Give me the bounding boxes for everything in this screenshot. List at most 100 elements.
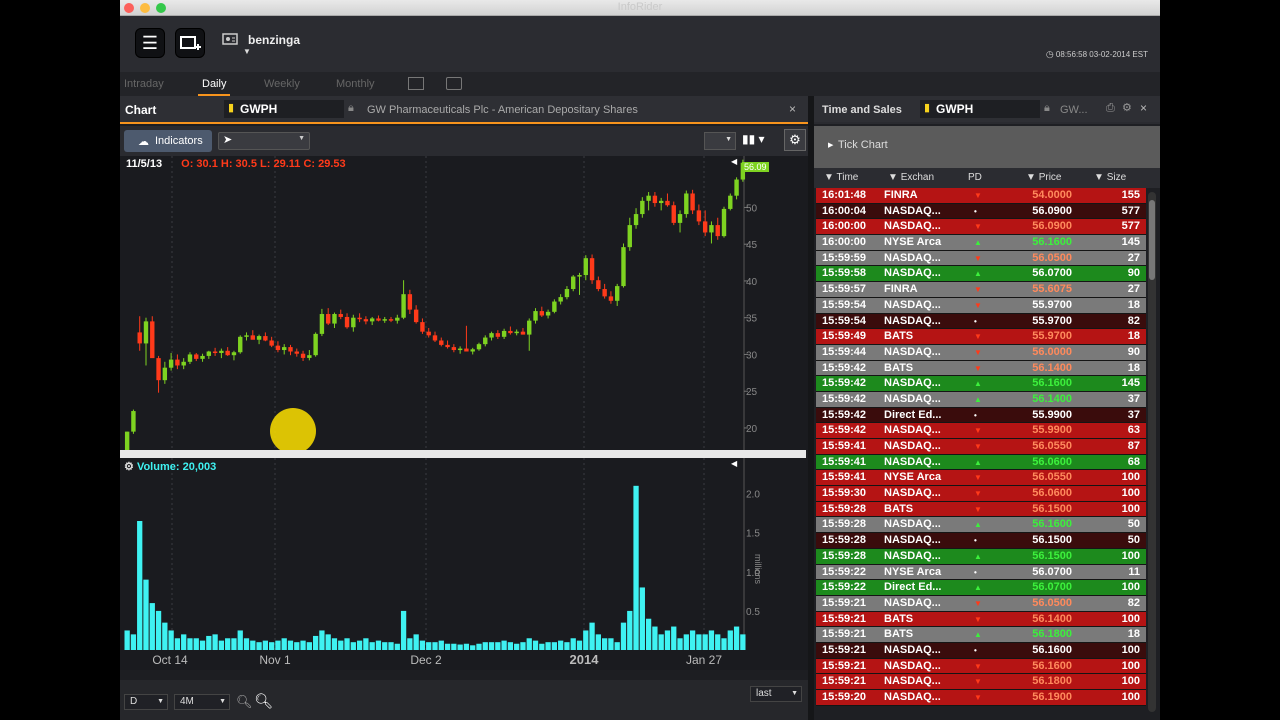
ts-direction-icon: ▼ — [974, 598, 982, 608]
chart-style-select[interactable]: ▼ — [704, 132, 736, 150]
candle-body — [483, 337, 488, 345]
ts-row[interactable]: 15:59:49 BATS ▼ 55.9700 18 — [816, 329, 1146, 345]
pane-divider[interactable] — [120, 450, 806, 458]
chart-scrollbar[interactable] — [120, 670, 808, 680]
price-plot[interactable]: 20 25 30 35 40 45 50 11/5/13 O: 30.1 H: 30.5 L… — [120, 156, 808, 454]
ts-row[interactable]: 16:01:48 FINRA ▼ 54.0000 155 — [816, 188, 1146, 204]
gear-icon[interactable]: ⚙ — [1122, 101, 1132, 114]
tab-intraday[interactable]: Intraday — [124, 78, 164, 90]
ts-row[interactable]: 16:00:00 NASDAQ... ▼ 56.0900 577 — [816, 219, 1146, 236]
ts-size: 27 — [1127, 251, 1140, 264]
ts-scrollbar[interactable] — [1148, 192, 1156, 712]
candle-body — [175, 359, 180, 366]
ts-row[interactable]: 15:59:28 BATS ▼ 56.1500 100 — [816, 501, 1146, 518]
ts-time: 15:59:21 — [822, 628, 867, 641]
ts-row[interactable]: 16:00:04 NASDAQ... • 56.0900 577 — [816, 203, 1146, 220]
ts-price: 56.1600 — [1032, 659, 1072, 672]
zoom-in-icon[interactable]: 🔍︎ — [254, 692, 273, 710]
ts-price: 55.6075 — [1032, 283, 1072, 296]
ts-row[interactable]: 15:59:28 NASDAQ... • 56.1500 50 — [816, 533, 1146, 549]
print-icon[interactable] — [446, 77, 462, 90]
ts-row[interactable]: 15:59:42 NASDAQ... ▲ 56.1600 145 — [816, 376, 1146, 392]
ts-direction-icon: ▼ — [974, 426, 982, 436]
ts-row[interactable]: 15:59:22 Direct Ed... ▲ 56.0700 100 — [816, 580, 1146, 596]
ts-row[interactable]: 15:59:42 Direct Ed... • 55.9900 37 — [816, 407, 1146, 424]
collapse-left-icon[interactable]: ◀ — [731, 459, 737, 468]
tab-weekly[interactable]: Weekly — [264, 78, 300, 90]
candle-body — [143, 321, 149, 344]
cursor-tool-select[interactable]: ➤ ▼ — [218, 132, 310, 150]
ts-row[interactable]: 15:59:28 NASDAQ... ▲ 56.1500 100 — [816, 548, 1146, 565]
col-time[interactable]: ▼ Time — [824, 172, 858, 183]
ts-row[interactable]: 15:59:54 NASDAQ... ▼ 55.9700 18 — [816, 297, 1146, 314]
ts-row[interactable]: 15:59:41 NYSE Arca ▼ 56.0550 100 — [816, 470, 1146, 487]
collapse-left-icon[interactable]: ◀ — [731, 157, 737, 166]
close-icon[interactable]: × — [789, 102, 796, 116]
ts-time: 15:59:28 — [822, 549, 867, 562]
ts-row[interactable]: 15:59:42 NASDAQ... ▲ 56.1400 37 — [816, 391, 1146, 408]
user-name[interactable]: benzinga — [248, 33, 300, 47]
settings-gear-icon[interactable]: ⚙ — [784, 129, 806, 151]
ts-row[interactable]: 15:59:21 BATS ▲ 56.1800 18 — [816, 627, 1146, 643]
lock-icon[interactable]: 🔒︎ — [1044, 102, 1050, 115]
indicators-button[interactable]: ☁ Indicators — [124, 130, 212, 152]
volume-plot[interactable]: 0.5 1.0 1.5 2.0 ⚙ Volume: 20,003 ◀ millions — [120, 458, 808, 654]
zoom-out-icon[interactable]: 🔍︎ — [236, 694, 253, 710]
ts-direction-icon: ▼ — [974, 191, 982, 200]
ts-row[interactable]: 15:59:57 FINRA ▼ 55.6075 27 — [816, 282, 1146, 298]
ts-direction-icon: ▲ — [974, 394, 982, 404]
user-dropdown-icon[interactable]: ▼ — [243, 47, 251, 56]
ts-symbol-input[interactable]: ▮ GWPH — [920, 100, 1040, 118]
close-icon[interactable]: × — [1140, 101, 1147, 115]
ts-price: 56.0500 — [1032, 596, 1072, 609]
ts-row[interactable]: 16:00:00 NYSE Arca ▲ 56.1600 145 — [816, 235, 1146, 251]
volume-bar — [344, 638, 350, 650]
filter-icon: ▼ — [1094, 172, 1104, 183]
ts-row[interactable]: 15:59:21 BATS ▼ 56.1400 100 — [816, 611, 1146, 628]
price-mode-select[interactable]: last ▼ — [750, 686, 802, 702]
new-window-button[interactable] — [175, 28, 205, 58]
ts-row[interactable]: 15:59:21 NASDAQ... ▼ 56.1800 100 — [816, 674, 1146, 690]
ts-row[interactable]: 15:59:54 NASDAQ... • 55.9700 82 — [816, 313, 1146, 330]
tab-monthly[interactable]: Monthly — [336, 78, 375, 90]
ts-exchange: BATS — [884, 628, 914, 641]
ts-row[interactable]: 15:59:28 NASDAQ... ▲ 56.1600 50 — [816, 517, 1146, 534]
ts-row[interactable]: 15:59:20 NASDAQ... ▼ 56.1900 100 — [816, 690, 1146, 706]
ts-row[interactable]: 15:59:42 BATS ▼ 56.1400 18 — [816, 360, 1146, 377]
symbol-input[interactable]: ▮ GWPH — [224, 100, 344, 118]
ts-time: 15:59:42 — [822, 392, 867, 405]
ts-row[interactable]: 15:59:42 NASDAQ... ▼ 55.9900 63 — [816, 423, 1146, 439]
ts-row[interactable]: 15:59:30 NASDAQ... ▼ 56.0600 100 — [816, 486, 1146, 502]
candle-type-select[interactable]: ▮▮ ▾ — [742, 132, 780, 150]
ts-direction-icon: ▲ — [974, 457, 982, 467]
range-select[interactable]: 4M ▼ — [174, 694, 230, 710]
tab-daily[interactable]: Daily — [197, 78, 231, 96]
lock-icon[interactable]: 🔒︎ — [348, 102, 354, 115]
ts-row[interactable]: 15:59:41 NASDAQ... ▲ 56.0600 68 — [816, 454, 1146, 471]
menu-button[interactable]: ☰ — [135, 28, 165, 58]
tick-chart-toggle[interactable]: ▶ Tick Chart — [814, 126, 1160, 168]
col-exchange[interactable]: ▼ Exchan — [888, 172, 934, 183]
candle-body — [256, 336, 262, 340]
volume-bar — [331, 638, 338, 650]
interval-select[interactable]: D ▼ — [124, 694, 168, 710]
ts-price: 56.1600 — [1032, 643, 1072, 656]
volume-bar — [488, 642, 495, 650]
ts-row[interactable]: 15:59:59 NASDAQ... ▼ 56.0500 27 — [816, 250, 1146, 267]
gear-icon[interactable]: ⚙ — [124, 461, 134, 473]
volume-bar — [350, 642, 356, 650]
ts-row[interactable]: 15:59:41 NASDAQ... ▼ 56.0550 87 — [816, 439, 1146, 455]
print-icon[interactable]: ⎙ — [1106, 102, 1115, 115]
ts-row[interactable]: 15:59:21 NASDAQ... ▼ 56.0500 82 — [816, 595, 1146, 612]
ts-row[interactable]: 15:59:21 NASDAQ... ▼ 56.1600 100 — [816, 658, 1146, 675]
ts-row[interactable]: 15:59:58 NASDAQ... ▲ 56.0700 90 — [816, 266, 1146, 283]
user-badge-icon — [222, 31, 238, 45]
col-price[interactable]: ▼ Price — [1026, 172, 1061, 183]
col-pd[interactable]: PD — [968, 172, 982, 183]
ts-row[interactable]: 15:59:44 NASDAQ... ▼ 56.0000 90 — [816, 344, 1146, 361]
col-size[interactable]: ▼ Size — [1094, 172, 1126, 183]
ts-row[interactable]: 15:59:22 NYSE Arca • 56.0700 11 — [816, 564, 1146, 581]
ts-row[interactable]: 15:59:21 NASDAQ... • 56.1600 100 — [816, 642, 1146, 659]
layout-icon[interactable] — [408, 77, 424, 90]
candle-body — [313, 333, 318, 356]
